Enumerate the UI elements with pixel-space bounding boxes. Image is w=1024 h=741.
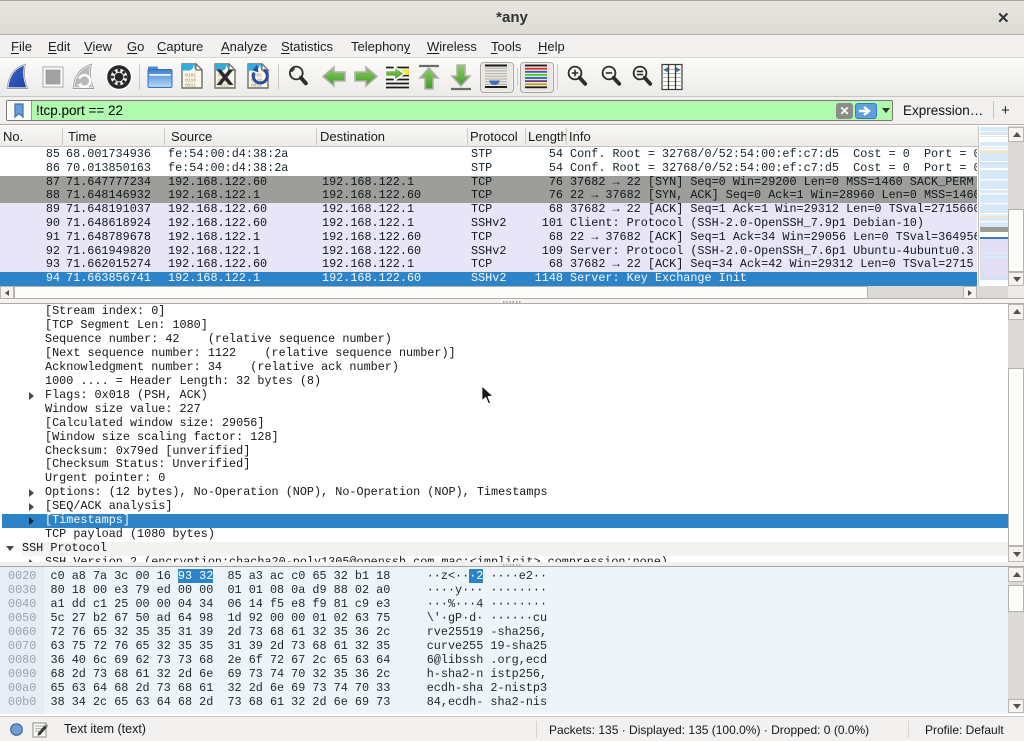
- svg-text:0011: 0011: [185, 83, 196, 89]
